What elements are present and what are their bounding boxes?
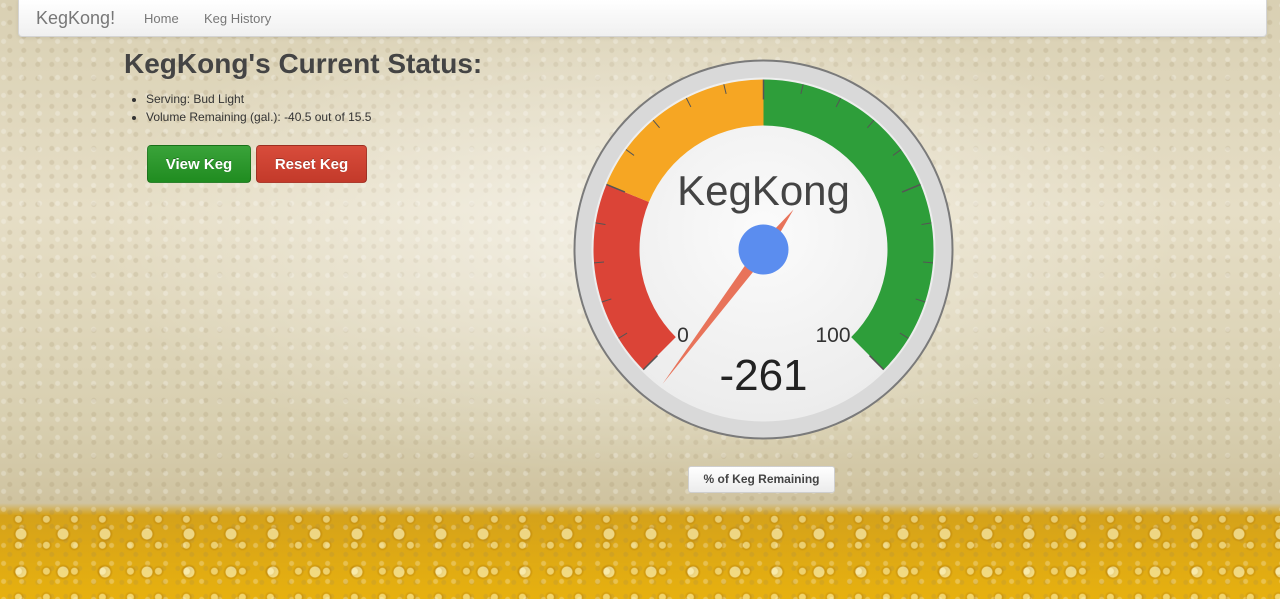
status-list: Serving: Bud Light Volume Remaining (gal… [124, 90, 482, 126]
serving-item: Serving: Bud Light [146, 90, 482, 108]
volume-remaining-item: Volume Remaining (gal.): -40.5 out of 15… [146, 108, 482, 126]
gauge-hub [738, 224, 789, 275]
navbar: KegKong! Home Keg History [18, 0, 1267, 37]
view-keg-button[interactable]: View Keg [147, 145, 251, 183]
keg-gauge: KegKong 0 100 -261 [571, 57, 956, 442]
gauge-caption: % of Keg Remaining [688, 466, 835, 493]
nav-keg-history-link[interactable]: Keg History [204, 11, 271, 26]
gauge-min-label: 0 [677, 324, 689, 347]
brand-link[interactable]: KegKong! [36, 8, 115, 29]
page-title: KegKong's Current Status: [124, 48, 483, 79]
reset-keg-button[interactable]: Reset Keg [256, 145, 367, 183]
gauge-value: -261 [719, 351, 807, 400]
status-panel: KegKong's Current Status: Serving: Bud L… [124, 48, 482, 126]
beer-background [0, 515, 1280, 599]
gauge-title: KegKong [677, 167, 850, 214]
gauge-max-label: 100 [815, 324, 850, 347]
nav-home-link[interactable]: Home [144, 11, 179, 26]
